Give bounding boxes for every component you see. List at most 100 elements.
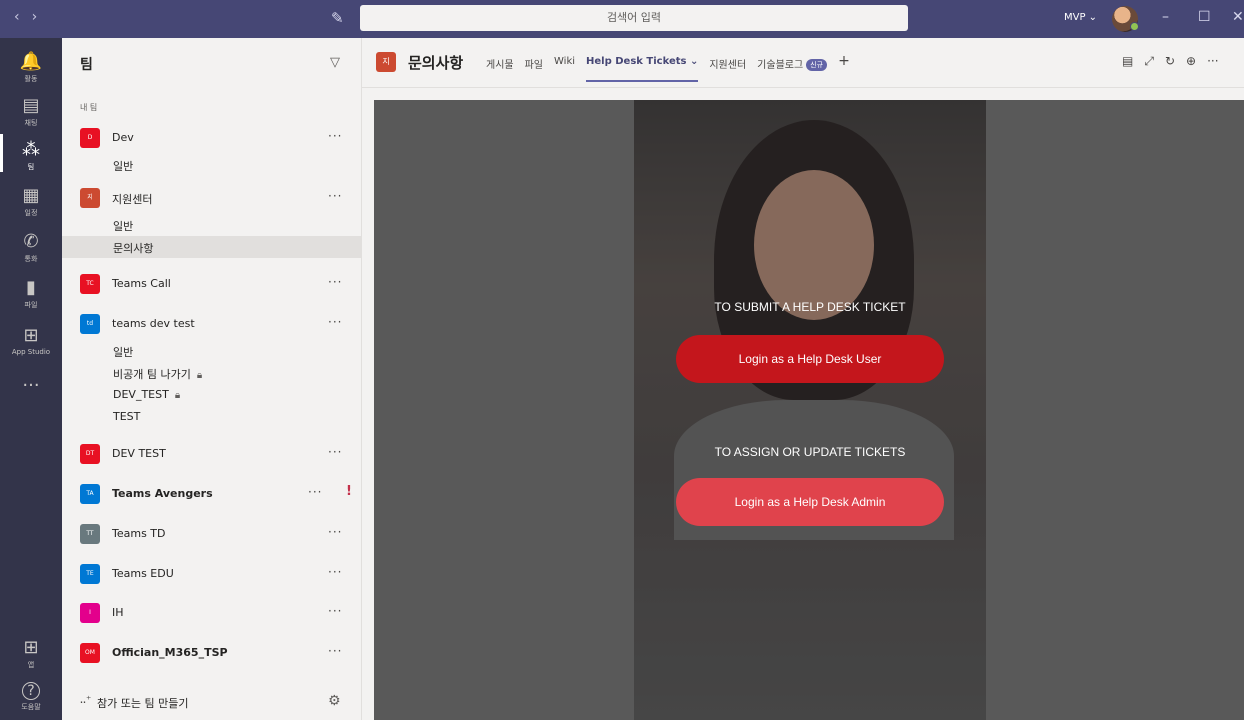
phone-icon: ✆ bbox=[23, 231, 39, 252]
team-name: Teams Avengers bbox=[112, 487, 213, 500]
presence-indicator bbox=[1130, 22, 1139, 31]
add-people-icon: ꓸꓸ⁺ bbox=[80, 695, 92, 706]
team-dev[interactable]: D Dev ··· bbox=[62, 124, 361, 152]
team-teams-edu[interactable]: TE Teams EDU ··· bbox=[62, 560, 361, 588]
team-badge: I bbox=[80, 603, 100, 623]
team-name: Dev bbox=[112, 131, 134, 144]
add-tab-icon[interactable]: + bbox=[838, 53, 850, 82]
org-switcher[interactable]: MVP ⌄ bbox=[1064, 12, 1097, 23]
more-options-icon[interactable]: ··· bbox=[328, 565, 342, 579]
channel-dev-test-private[interactable]: DEV_TEST 🔒︎ bbox=[62, 384, 361, 406]
rail-help[interactable]: ? 도움말 bbox=[0, 682, 62, 712]
refresh-icon[interactable]: ↻ bbox=[1165, 54, 1175, 69]
rail-files[interactable]: ▮ 파일 bbox=[0, 278, 62, 310]
back-arrow-icon[interactable]: ‹ bbox=[14, 9, 32, 25]
tab-posts[interactable]: 게시물 bbox=[486, 56, 514, 82]
tab-support-center[interactable]: 지원센터 bbox=[709, 56, 746, 82]
lock-icon: 🔒︎ bbox=[174, 390, 181, 401]
team-badge: TC bbox=[80, 274, 100, 294]
more-options-icon[interactable]: ··· bbox=[328, 189, 342, 203]
new-badge: 신규 bbox=[806, 59, 828, 71]
rail-calls[interactable]: ✆ 통화 bbox=[0, 232, 62, 264]
channel-title: 문의사항 bbox=[408, 54, 464, 72]
team-name: IH bbox=[112, 606, 124, 619]
tab-files[interactable]: 파일 bbox=[525, 56, 543, 82]
hero-overlay bbox=[634, 100, 986, 720]
login-admin-button[interactable]: Login as a Help Desk Admin bbox=[676, 478, 944, 526]
team-name: teams dev test bbox=[112, 317, 195, 330]
tab-help-desk-tickets[interactable]: Help Desk Tickets ⌄ bbox=[586, 56, 699, 82]
rail-app-studio[interactable]: ⊞ App Studio bbox=[0, 326, 62, 357]
more-options-icon[interactable]: ··· bbox=[328, 275, 342, 289]
tab-wiki[interactable]: Wiki bbox=[554, 56, 575, 82]
title-bar: ‹› ✎ 검색어 입력 MVP ⌄ – ☐ ✕ bbox=[0, 0, 1244, 38]
team-teams-td[interactable]: TT Teams TD ··· bbox=[62, 520, 361, 548]
calendar-icon: ▦ bbox=[22, 185, 40, 206]
channel-private-leave[interactable]: 비공개 팀 나가기 🔒︎ bbox=[62, 362, 361, 384]
gear-icon[interactable]: ⚙ bbox=[328, 693, 341, 709]
more-options-icon[interactable]: ··· bbox=[328, 315, 342, 329]
maximize-icon[interactable]: ☐ bbox=[1198, 9, 1211, 25]
team-name: DEV TEST bbox=[112, 447, 166, 460]
channel-dev-general[interactable]: 일반 bbox=[62, 154, 361, 176]
close-icon[interactable]: ✕ bbox=[1232, 9, 1244, 25]
more-options-icon[interactable]: ··· bbox=[308, 485, 322, 499]
channel-inquiries[interactable]: 문의사항 bbox=[62, 236, 361, 258]
assign-tickets-label: TO ASSIGN OR UPDATE TICKETS bbox=[714, 445, 906, 459]
more-options-icon[interactable]: ··· bbox=[328, 604, 342, 618]
search-input[interactable]: 검색어 입력 bbox=[360, 5, 908, 31]
rail-apps[interactable]: ⊞ 앱 bbox=[0, 638, 62, 670]
channel-support-general[interactable]: 일반 bbox=[62, 214, 361, 236]
forward-arrow-icon[interactable]: › bbox=[32, 9, 50, 25]
help-icon: ? bbox=[22, 682, 40, 700]
team-badge: TE bbox=[80, 564, 100, 584]
tab-bar: 게시물 파일 Wiki Help Desk Tickets ⌄ 지원센터 기술블… bbox=[486, 53, 850, 82]
team-badge: td bbox=[80, 314, 100, 334]
more-options-icon[interactable]: ··· bbox=[328, 525, 342, 539]
channel-devtest-general[interactable]: 일반 bbox=[62, 340, 361, 362]
globe-icon[interactable]: ⊕ bbox=[1186, 54, 1196, 69]
more-options-icon[interactable]: ··· bbox=[328, 644, 342, 658]
bell-icon: 🔔 bbox=[19, 51, 43, 72]
rail-teams[interactable]: ⁂ 팀 bbox=[0, 134, 62, 172]
section-label: 내 팀 bbox=[80, 103, 98, 112]
tab-tech-blog[interactable]: 기술블로그 신규 bbox=[757, 56, 828, 82]
more-icon[interactable]: ··· bbox=[1207, 54, 1218, 69]
team-badge: TA bbox=[80, 484, 100, 504]
rail-more-apps[interactable]: ··· bbox=[0, 376, 62, 396]
channel-test[interactable]: TEST bbox=[62, 406, 361, 428]
team-name: Teams Call bbox=[112, 277, 171, 290]
minimize-icon[interactable]: – bbox=[1162, 9, 1169, 25]
team-offician[interactable]: OM Offician_M365_TSP ··· bbox=[62, 639, 361, 667]
team-dev-test[interactable]: DT DEV TEST ··· bbox=[62, 440, 361, 468]
apps-icon: ⊞ bbox=[23, 637, 39, 658]
expand-icon[interactable]: ⤢ bbox=[1144, 54, 1154, 69]
filter-icon[interactable]: ▽ bbox=[330, 55, 340, 70]
team-name: Teams TD bbox=[112, 527, 166, 540]
team-name: Teams EDU bbox=[112, 567, 174, 580]
lock-icon: 🔒︎ bbox=[196, 370, 203, 381]
rail-calendar[interactable]: ▦ 일정 bbox=[0, 186, 62, 218]
panel-title: 팀 bbox=[80, 57, 93, 73]
rail-chat[interactable]: ▤ 채팅 bbox=[0, 96, 62, 128]
rail-activity[interactable]: 🔔 활동 bbox=[0, 52, 62, 84]
team-name: 지원센터 bbox=[112, 193, 153, 206]
more-options-icon[interactable]: ··· bbox=[328, 129, 342, 143]
login-user-button[interactable]: Login as a Help Desk User bbox=[676, 335, 944, 383]
team-teams-dev-test[interactable]: td teams dev test ··· bbox=[62, 310, 361, 338]
chat-icon: ▤ bbox=[22, 95, 40, 116]
team-badge: 지 bbox=[376, 52, 396, 72]
team-support-center[interactable]: 지 지원센터 ··· bbox=[62, 184, 361, 212]
team-teams-avengers[interactable]: TA Teams Avengers ··· ! bbox=[62, 480, 361, 508]
team-teams-call[interactable]: TC Teams Call ··· bbox=[62, 270, 361, 298]
new-chat-icon[interactable]: ✎ bbox=[331, 9, 344, 27]
app-rail: 🔔 활동 ▤ 채팅 ⁂ 팀 ▦ 일정 ✆ 통화 ▮ 파일 ⊞ App Studi… bbox=[0, 38, 62, 720]
history-nav: ‹› bbox=[14, 9, 49, 25]
conversation-icon[interactable]: ▤ bbox=[1122, 54, 1133, 69]
join-create-label: 참가 또는 팀 만들기 bbox=[97, 697, 189, 710]
team-ih[interactable]: I IH ··· bbox=[62, 599, 361, 627]
more-options-icon[interactable]: ··· bbox=[328, 445, 342, 459]
header-actions: ▤ ⤢ ↻ ⊕ ··· bbox=[1122, 54, 1230, 69]
submit-ticket-label: TO SUBMIT A HELP DESK TICKET bbox=[714, 300, 906, 314]
join-create-team[interactable]: ꓸꓸ⁺ 참가 또는 팀 만들기 ⚙ bbox=[62, 686, 361, 720]
